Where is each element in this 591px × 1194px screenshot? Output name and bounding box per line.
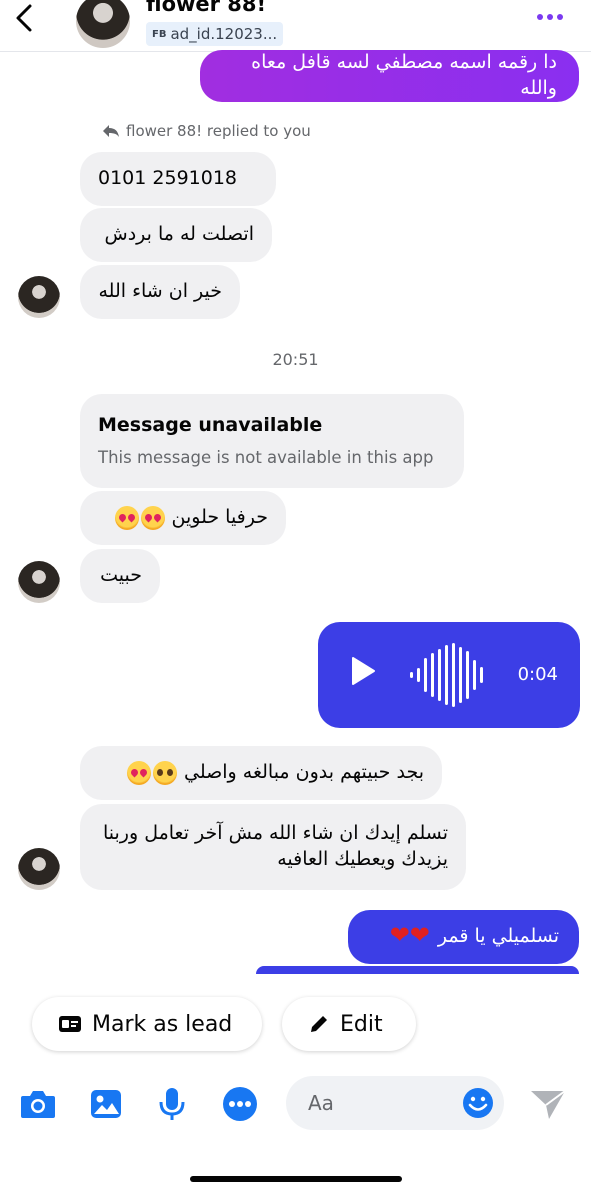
- ad-id-text: ad_id.12023...: [170, 25, 278, 43]
- sender-avatar: [18, 276, 60, 318]
- unavailable-title: Message unavailable: [98, 414, 323, 437]
- ad-id-badge[interactable]: FB ad_id.12023...: [146, 22, 284, 46]
- message-text: 0101 2591018: [98, 167, 238, 190]
- incoming-message[interactable]: بجد حبيتهم بدون مبالغه واصلي: [80, 746, 442, 800]
- message-text: دا رقمه اسمه مصطفي لسه قافل معاه والله: [251, 51, 557, 99]
- fb-badge-label: FB: [152, 28, 167, 40]
- more-actions-icon[interactable]: [220, 1084, 260, 1124]
- message-text: اتصلت له ما بردش: [104, 223, 254, 246]
- incoming-message[interactable]: اتصلت له ما بردش: [80, 208, 272, 262]
- reply-label: flower 88! replied to you: [126, 122, 311, 140]
- heart-eyes-emoji: [114, 505, 166, 531]
- message-text-line: تسلم إيدك ان شاء الله مش آخر تعامل وربنا: [103, 822, 448, 845]
- edit-button[interactable]: Edit: [282, 997, 416, 1051]
- chat-header: flower 88! FB ad_id.12023...: [0, 0, 591, 52]
- reply-indicator: flower 88! replied to you: [102, 122, 311, 140]
- message-text-line: يزيدك ويعطيك العافيه: [277, 848, 448, 870]
- voice-duration: 0:04: [517, 663, 558, 685]
- message-text: حبيت: [100, 564, 142, 587]
- message-text: حرفيا حلوين: [171, 506, 268, 529]
- message-input-container[interactable]: [286, 1076, 504, 1130]
- waveform[interactable]: [410, 643, 484, 707]
- hearts-emoji: ❤❤: [389, 921, 430, 950]
- gallery-icon[interactable]: [86, 1084, 126, 1124]
- outgoing-message-partial[interactable]: [256, 966, 579, 974]
- incoming-message[interactable]: حبيت: [80, 549, 160, 603]
- composer-bar: [0, 1074, 591, 1134]
- reply-icon: [103, 125, 119, 137]
- camera-icon[interactable]: [18, 1084, 58, 1124]
- home-indicator: [190, 1176, 402, 1182]
- unavailable-subtitle: This message is not available in this ap…: [98, 447, 434, 467]
- send-icon[interactable]: [528, 1084, 568, 1124]
- contact-avatar[interactable]: [76, 0, 130, 48]
- message-text: بجد حبيتهم بدون مبالغه واصلي: [184, 761, 424, 784]
- contact-name[interactable]: flower 88!: [146, 0, 266, 16]
- sender-avatar: [18, 848, 60, 890]
- back-icon[interactable]: [10, 2, 38, 34]
- message-text: خير ان شاء الله: [98, 280, 223, 303]
- pencil-icon: [311, 1016, 327, 1032]
- outgoing-message[interactable]: دا رقمه اسمه مصطفي لسه قافل معاه والله: [200, 50, 579, 102]
- sender-avatar: [18, 561, 60, 603]
- incoming-message[interactable]: حرفيا حلوين: [80, 491, 286, 545]
- play-icon[interactable]: [350, 656, 376, 694]
- lead-card-icon: [59, 1016, 81, 1032]
- incoming-message[interactable]: خير ان شاء الله: [80, 265, 240, 319]
- more-options-icon[interactable]: [537, 14, 563, 20]
- emoji-picker-icon[interactable]: [462, 1087, 494, 1124]
- outgoing-message[interactable]: تسلميلي يا قمر ❤❤: [348, 910, 579, 964]
- voice-message[interactable]: 0:04: [318, 622, 580, 728]
- mark-as-lead-label: Mark as lead: [92, 1011, 233, 1037]
- incoming-message[interactable]: 0101 2591018: [80, 152, 276, 206]
- incoming-message[interactable]: تسلم إيدك ان شاء الله مش آخر تعامل وربنا…: [80, 804, 466, 890]
- message-text: تسلميلي يا قمر: [437, 925, 559, 948]
- edit-label: Edit: [340, 1011, 383, 1037]
- microphone-icon[interactable]: [152, 1084, 192, 1124]
- unavailable-message[interactable]: Message unavailable This message is not …: [80, 394, 464, 488]
- mark-as-lead-button[interactable]: Mark as lead: [32, 997, 262, 1051]
- message-input[interactable]: [308, 1091, 448, 1115]
- emoji-reaction: [126, 760, 178, 786]
- timestamp: 20:51: [272, 350, 319, 369]
